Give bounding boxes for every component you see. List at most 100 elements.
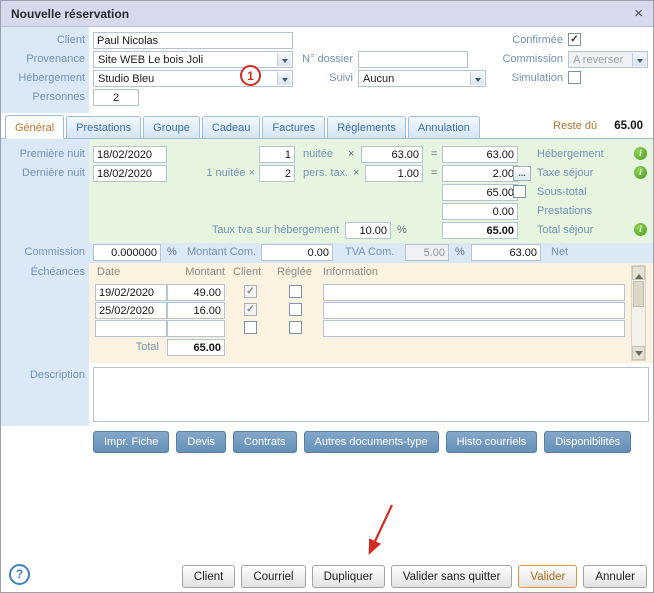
personnes-input[interactable] [93,89,139,106]
echeance-client-checkbox[interactable] [244,321,257,334]
sous-total-input[interactable] [442,184,518,201]
hebergement-select[interactable]: Studio Bleu [93,70,293,87]
tab-prestations[interactable]: Prestations [66,116,141,138]
scroll-down-button[interactable] [632,346,645,360]
multiply-sign: × [348,148,354,161]
chevron-down-icon [277,72,291,85]
dossier-input[interactable] [358,51,468,68]
disponibilites-button[interactable]: Disponibilités [544,431,631,453]
net-input[interactable] [471,244,541,261]
echeance-date-input[interactable] [95,302,167,319]
echeance-info-input[interactable] [323,284,625,301]
net-label: Net [551,246,568,259]
col-date-header: Date [97,266,120,279]
simulation-label: Simulation [483,72,563,85]
taxe-total-label: Taxe séjour [537,167,593,180]
scroll-up-button[interactable] [632,266,645,280]
echeances-total-label: Total [95,341,159,354]
echeances-scrollbar[interactable] [631,265,646,361]
suivi-select[interactable]: Aucun [358,70,486,87]
dupliquer-button[interactable]: Dupliquer [312,565,385,588]
hebergement-total-input[interactable] [442,146,518,163]
total-sejour-input[interactable] [442,222,518,239]
echeance-montant-input[interactable] [167,320,225,337]
courriel-button[interactable]: Courriel [241,565,305,588]
echeance-client-checkbox[interactable]: ✓ [244,303,257,316]
dialog-titlebar: Nouvelle réservation × [1,1,653,27]
taxe-price-input[interactable] [365,165,423,182]
help-button[interactable]: ? [9,564,30,585]
commission-row-label: Commission [1,246,85,259]
client-button[interactable]: Client [182,565,235,588]
arrow-up-icon [635,270,643,279]
tva-rate-input[interactable] [345,222,391,239]
devis-button[interactable]: Devis [176,431,226,453]
tab-general[interactable]: Général [5,115,64,139]
arrow-down-icon [635,351,643,360]
close-icon[interactable]: × [634,6,643,21]
col-reglee-header: Réglée [277,266,312,279]
client-input[interactable] [93,32,293,49]
tab-bar: Général Prestations Groupe Cadeau Factur… [1,113,653,139]
histo-courriels-button[interactable]: Histo courriels [446,431,538,453]
taxe-total-input[interactable] [442,165,518,182]
echeance-client-checkbox[interactable]: ✓ [244,285,257,298]
echeance-montant-input[interactable] [167,302,225,319]
impr-fiche-button[interactable]: Impr. Fiche [93,431,169,453]
autres-documents-type-button[interactable]: Autres documents-type [304,431,439,453]
simulation-checkbox[interactable] [568,71,581,84]
montant-com-input[interactable] [261,244,333,261]
scrollbar-thumb[interactable] [633,281,644,307]
percent-sign: % [397,224,407,237]
valider-button[interactable]: Valider [518,565,577,588]
taxe-more-button[interactable]: ... [513,166,531,181]
provenance-value: Site WEB Le bois Joli [98,54,203,66]
new-reservation-dialog: Nouvelle réservation × Client Provenance… [0,0,654,593]
echeance-date-input[interactable] [95,284,167,301]
echeance-info-input[interactable] [323,320,625,337]
echeance-reglee-checkbox[interactable] [289,303,302,316]
echeance-reglee-checkbox[interactable] [289,285,302,298]
general-tab-panel: Première nuit Dernière nuit Commission É… [1,139,654,426]
confirmee-checkbox[interactable]: ✓ [568,33,581,46]
echeance-montant-input[interactable] [167,284,225,301]
provenance-label: Provenance [1,53,85,66]
tab-cadeau[interactable]: Cadeau [202,116,261,138]
sous-total-checkbox[interactable] [513,185,526,198]
info-icon[interactable] [634,223,647,236]
echeance-info-input[interactable] [323,302,625,319]
echeance-reglee-checkbox[interactable] [289,321,302,334]
contrats-button[interactable]: Contrats [233,431,297,453]
derniere-nuit-label: Dernière nuit [1,167,85,180]
prestations-input[interactable] [442,203,518,220]
tab-factures[interactable]: Factures [262,116,325,138]
tab-reglements[interactable]: Règlements [327,116,406,138]
commission-select[interactable]: A reverser [568,51,648,68]
reste-du: Reste dû 65.00 [553,120,643,132]
provenance-select[interactable]: Site WEB Le bois Joli [93,51,293,68]
tab-annulation[interactable]: Annulation [408,116,480,138]
info-icon[interactable] [634,147,647,160]
echeances-total-input[interactable] [167,339,225,356]
valider-sans-quitter-button[interactable]: Valider sans quitter [391,565,513,588]
hebergement-label: Hébergement [1,72,85,85]
confirmee-label: Confirmée [483,34,563,47]
premiere-nuit-input[interactable] [93,146,167,163]
percent-sign: % [167,246,177,259]
commission-rate-input[interactable] [93,244,161,261]
info-icon[interactable] [634,166,647,179]
nuitee-price-input[interactable] [361,146,423,163]
description-textarea[interactable] [93,367,649,422]
chevron-down-icon [632,53,646,66]
prestations-label: Prestations [537,205,592,218]
annuler-button[interactable]: Annuler [583,565,647,588]
nuitee-count-input[interactable] [259,146,295,163]
multiply-sign: × [353,167,359,180]
col-information-header: Information [323,266,378,279]
tva-com-input[interactable] [405,244,449,261]
commission-value: A reverser [573,54,623,66]
echeance-date-input[interactable] [95,320,167,337]
pers-tax-count-input[interactable] [259,165,295,182]
tab-groupe[interactable]: Groupe [143,116,200,138]
equals-sign: = [431,148,437,161]
